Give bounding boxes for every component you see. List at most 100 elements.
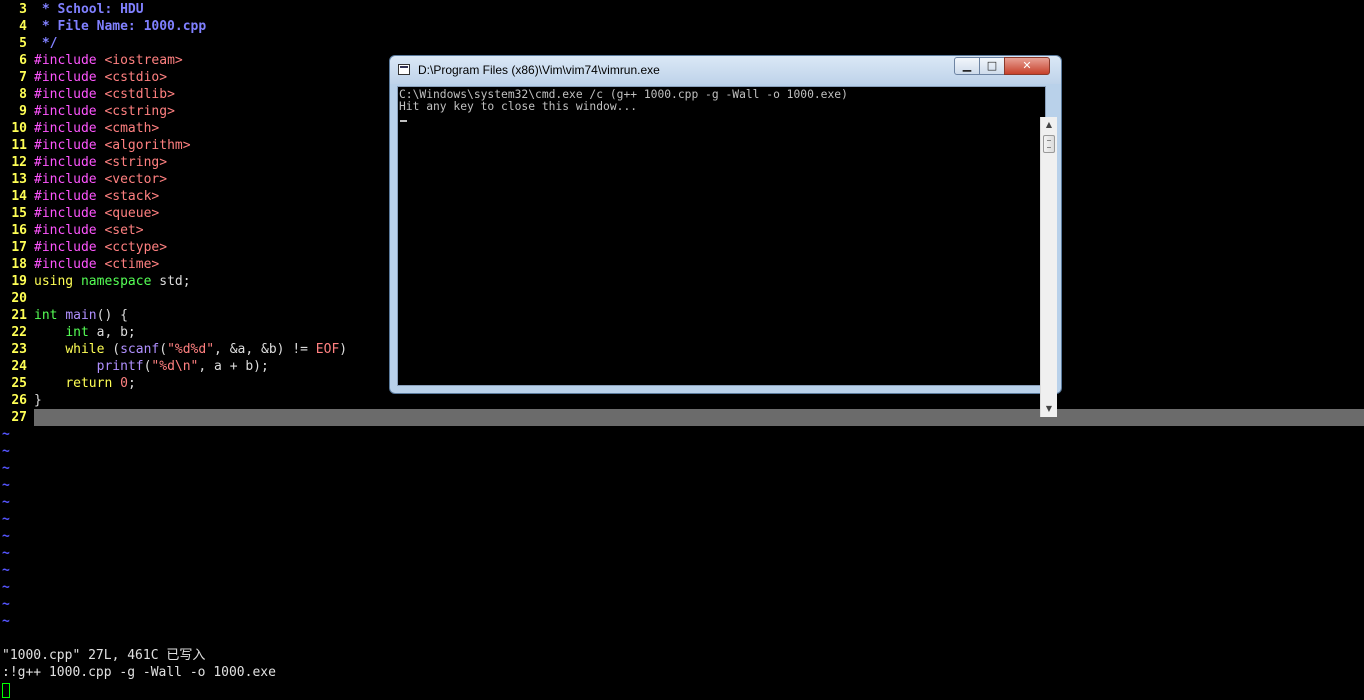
code-text[interactable]: #include <cstdio> [34,69,167,86]
code-token: while [65,342,105,357]
code-text[interactable]: * File Name: 1000.cpp [34,18,206,35]
code-text[interactable]: * School: HDU [34,1,144,18]
code-token: #include [34,257,105,272]
code-token: <cstdio> [104,70,168,85]
titlebar[interactable]: D:\Program Files (x86)\Vim\vim74\vimrun.… [390,56,1061,84]
code-text[interactable]: #include <iostream> [34,52,183,69]
code-token: } [34,393,42,408]
code-token: <cmath> [104,121,160,136]
line-number: 18 [11,257,27,272]
tilde-marker: ~ [2,614,10,629]
tilde-marker: ~ [2,461,10,476]
scroll-up-icon[interactable]: ▲ [1041,117,1057,133]
minimize-icon[interactable]: ▁ [954,57,980,75]
code-line[interactable]: 26} [0,392,1364,409]
code-text[interactable]: return 0; [34,375,136,392]
code-token: */ [34,36,58,51]
line-number: 27 [11,410,27,425]
line-number: 20 [11,291,27,306]
code-text[interactable]: #include <queue> [34,205,159,222]
code-text[interactable]: #include <cstdlib> [34,86,175,103]
code-token: #include [34,172,105,187]
line-number: 6 [19,53,27,68]
code-token: <vector> [104,172,168,187]
tilde-marker: ~ [2,563,10,578]
console-window-icon [398,64,410,75]
code-token: std; [151,274,191,289]
code-token: <ctime> [104,257,160,272]
code-token: ) [339,342,348,357]
code-text[interactable]: */ [34,35,58,52]
code-token: ; [127,376,136,391]
code-text[interactable]: #include <ctime> [34,256,159,273]
code-token: ( [104,342,121,357]
code-token: #include [34,70,105,85]
tilde-marker: ~ [2,427,10,442]
code-token: <set> [104,223,144,238]
line-number: 7 [19,70,27,85]
code-token: using [34,274,74,289]
code-token: <iostream> [104,53,183,68]
scroll-thumb[interactable] [1043,135,1055,153]
code-text[interactable]: int main() { [34,307,128,324]
code-text[interactable]: #include <algorithm> [34,137,191,154]
code-text[interactable]: } [34,392,42,409]
code-text[interactable]: #include <set> [34,222,144,239]
command-line[interactable]: :!g++ 1000.cpp -g -Wall -o 1000.exe [2,664,276,681]
code-token: <queue> [104,206,160,221]
code-token: ( [159,342,168,357]
code-text[interactable]: #include <cstring> [34,103,175,120]
code-text[interactable]: #include <cmath> [34,120,159,137]
vertical-scrollbar[interactable]: ▲ ▼ [1040,117,1057,417]
window-title: D:\Program Files (x86)\Vim\vim74\vimrun.… [418,63,660,77]
code-token: #include [34,138,105,153]
code-line[interactable]: 5 */ [0,35,1364,52]
code-token: int [65,325,89,340]
line-number: 3 [19,2,27,17]
console-cursor [400,120,407,122]
scroll-down-icon[interactable]: ▼ [1041,401,1057,417]
code-text[interactable]: #include <cctype> [34,239,167,256]
close-icon[interactable]: ✕ [1004,57,1050,75]
code-line[interactable]: 27 [0,409,1364,426]
code-token: 0 [120,376,128,391]
maximize-icon[interactable]: □ [979,57,1005,75]
code-text[interactable]: #include <vector> [34,171,167,188]
line-number: 8 [19,87,27,102]
code-text[interactable]: using namespace std; [34,273,191,290]
code-text[interactable]: #include <stack> [34,188,159,205]
code-token: <algorithm> [104,138,191,153]
line-number: 10 [11,121,27,136]
line-number: 13 [11,172,27,187]
code-token: #include [34,104,105,119]
code-line[interactable]: 3 * School: HDU [0,1,1364,18]
code-text[interactable]: int a, b; [34,324,135,341]
code-text[interactable]: while (scanf("%d%d", &a, &b) != EOF) [34,341,347,358]
code-token: * File Name: 1000.cpp [34,19,207,34]
code-token: <stack> [104,189,160,204]
code-text[interactable]: printf("%d\n", a + b); [34,358,269,375]
code-text[interactable]: #include <string> [34,154,167,171]
console-output[interactable]: C:\Windows\system32\cmd.exe /c (g++ 1000… [397,86,1057,417]
code-token: scanf [120,342,160,357]
code-token: #include [34,121,105,136]
code-token: <cstdlib> [104,87,175,102]
code-token: "%d%d" [167,342,215,357]
code-token: <string> [104,155,168,170]
tilde-marker: ~ [2,444,10,459]
code-line[interactable]: 4 * File Name: 1000.cpp [0,18,1364,35]
line-number: 16 [11,223,27,238]
console-window[interactable]: D:\Program Files (x86)\Vim\vim74\vimrun.… [389,55,1062,417]
tilde-marker: ~ [2,512,10,527]
tilde-marker: ~ [2,546,10,561]
code-token: , a + b); [198,359,269,374]
code-token: <cctype> [104,240,168,255]
cursor-block [2,683,10,698]
code-token: #include [34,206,105,221]
code-token: * School: HDU [34,2,144,17]
line-number: 22 [11,325,27,340]
